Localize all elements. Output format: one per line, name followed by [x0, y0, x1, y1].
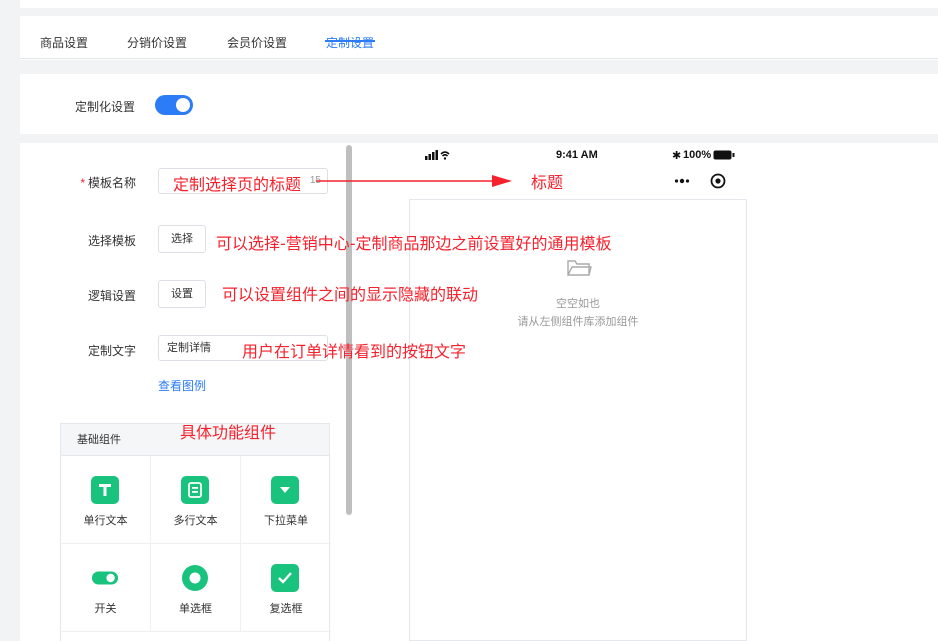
tabs-bar: 商品设置 分销价设置 会员价设置 定制设置: [20, 16, 938, 60]
mini-program-capsule: [662, 166, 747, 196]
switch-icon: [91, 564, 119, 592]
dropdown-icon: [271, 476, 299, 504]
component-library: 基础组件 单行文本 多行文本 下拉菜单 开关 单选框 复选框: [60, 423, 331, 641]
component-checkbox[interactable]: 复选框: [241, 544, 331, 632]
component-label: 单行文本: [83, 515, 128, 527]
phone-preview-canvas: 空空如也 请从左侧组件库添加组件: [409, 199, 747, 641]
tab-custom-settings[interactable]: 定制设置: [326, 34, 374, 51]
tab-member-price[interactable]: 会员价设置: [227, 34, 287, 51]
switch-knob: [176, 98, 190, 112]
signal-wifi-icon: [425, 150, 450, 160]
annotation-arrow: [316, 175, 512, 187]
battery-icon: [713, 150, 735, 160]
annotation-logic: 可以设置组件之间的显示隐藏的联动: [222, 285, 479, 304]
custom-text-value: 定制详情: [167, 342, 211, 354]
customization-switch[interactable]: [155, 95, 193, 115]
annotation-title-page: 定制选择页的标题: [173, 175, 302, 194]
multiline-text-icon: [181, 476, 209, 504]
template-name-label-text: 模板名称: [87, 176, 136, 190]
component-label: 开关: [94, 603, 117, 615]
customization-toggle-label: 定制化设置: [75, 100, 136, 114]
more-dots-icon[interactable]: [674, 176, 690, 186]
component-label: 多行文本: [173, 515, 218, 527]
customization-toggle-card: 定制化设置: [20, 74, 938, 134]
component-radio[interactable]: 单选框: [151, 544, 241, 632]
required-mark: *: [80, 176, 85, 190]
tabs-divider: [20, 58, 938, 59]
view-example-link[interactable]: 查看图例: [158, 377, 206, 394]
select-template-label: 选择模板: [87, 234, 136, 248]
checkbox-icon: [271, 564, 299, 592]
component-switch[interactable]: 开关: [61, 544, 151, 632]
custom-settings-panel: * 模板名称 15 选择模板 选择 逻辑设置 设置 定制文字 定制详情 查看图例 …: [20, 143, 938, 641]
select-template-button[interactable]: 选择: [158, 225, 206, 253]
component-label: 复选框: [269, 603, 303, 615]
annotation-components: 具体功能组件: [180, 423, 277, 442]
form-scrollbar[interactable]: [346, 145, 352, 515]
logic-settings-label: 逻辑设置: [87, 289, 136, 303]
template-name-label: * 模板名称: [56, 174, 136, 191]
annotation-button-text: 用户在订单详情看到的按钮文字: [242, 342, 467, 361]
component-dropdown[interactable]: 下拉菜单: [241, 456, 331, 544]
empty-folder-icon: [567, 260, 592, 276]
battery-percent: 100%: [683, 149, 712, 161]
component-label: 单选框: [179, 603, 212, 615]
phone-time: 9:41 AM: [556, 149, 598, 161]
bluetooth-icon: ✱: [672, 150, 682, 162]
radio-icon: [181, 564, 209, 592]
annotation-title: 标题: [531, 173, 564, 192]
active-tab-indicator: [325, 40, 375, 42]
component-grid: 单行文本 多行文本 下拉菜单 开关 单选框 复选框: [61, 456, 331, 632]
tab-product-settings[interactable]: 商品设置: [40, 34, 88, 51]
annotation-select-template: 可以选择-营销中心-定制商品那边之前设置好的通用模板: [216, 234, 612, 253]
custom-text-label: 定制文字: [87, 344, 136, 358]
logic-settings-button[interactable]: 设置: [158, 280, 206, 308]
text-t-icon: [91, 476, 119, 504]
tab-distribution-price[interactable]: 分销价设置: [127, 34, 187, 51]
top-card-strip: [20, 0, 938, 8]
component-label: 下拉菜单: [264, 515, 308, 527]
close-target-icon[interactable]: [710, 173, 726, 189]
component-single-line-text[interactable]: 单行文本: [61, 456, 151, 544]
empty-state-subtitle: 请从左侧组件库添加组件: [517, 316, 639, 328]
component-multi-line-text[interactable]: 多行文本: [151, 456, 241, 544]
